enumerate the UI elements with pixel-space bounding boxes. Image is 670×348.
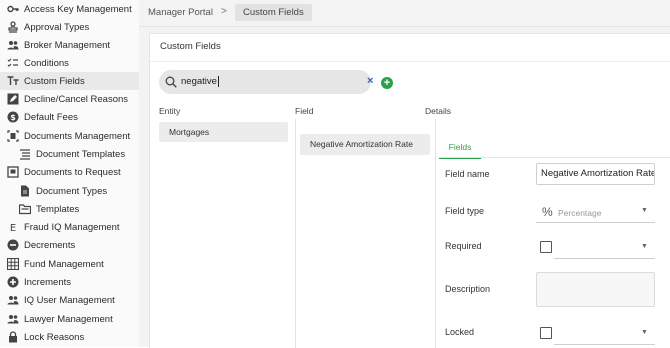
field-type-label: Field type [445,206,485,216]
breadcrumb-root[interactable]: Manager Portal [148,7,213,18]
column-divider [295,119,296,348]
text-cursor [217,76,219,87]
sidebar-item-conditions[interactable]: Conditions [0,54,139,72]
people-icon [6,38,20,52]
sidebar-item-custom-fields[interactable]: Custom Fields [0,72,139,90]
page-title: Custom Fields [160,41,221,52]
sidebar-item-label: Broker Management [24,39,111,51]
breadcrumb-separator: > [221,6,227,17]
sidebar-item-label: IQ User Management [24,294,115,306]
breadcrumb-current: Custom Fields [235,4,312,21]
field-type-underline [536,222,655,223]
tab-fields[interactable]: Fields [439,137,481,159]
sidebar-item-iq-user-management[interactable]: IQ User Management [0,291,139,309]
column-header-details: Details [425,106,451,116]
edit-icon [6,92,20,106]
field-name-label: Field name [445,169,490,179]
sidebar-item-decrements[interactable]: Decrements [0,236,139,254]
sidebar-item-label: Fraud IQ Management [24,221,120,233]
clear-search-button[interactable]: × [367,75,373,87]
folder-icon [18,202,32,216]
sidebar-item-label: Custom Fields [24,75,85,87]
sidebar-item-label: Increments [24,276,71,288]
custom-fields-panel: Custom Fields negative × + Entity Field … [149,33,670,348]
file-icon [18,184,32,198]
sidebar-item-label: Document Templates [36,148,126,160]
sidebar-item-lock-reasons[interactable]: Lock Reasons [0,328,139,346]
description-textarea[interactable] [536,272,655,307]
sidebar-item-label: Default Fees [24,111,78,123]
entity-list-item[interactable]: Mortgages [159,122,288,142]
sidebar-item-access-key-management[interactable]: Access Key Management [0,0,139,18]
sidebar-item-label: Lock Reasons [24,331,85,343]
chevron-down-icon[interactable]: ▼ [641,329,648,336]
locked-select-underline [554,344,655,345]
text-format-icon [6,74,20,88]
sidebar-item-fraud-iq-management[interactable]: E Fraud IQ Management [0,218,139,236]
sidebar-item-lawyer-management[interactable]: Lawyer Management [0,310,139,328]
sidebar-item-label: Conditions [24,57,69,69]
search-value: negative [181,76,217,88]
list-icon [18,147,32,161]
required-select-underline [554,258,655,259]
svg-text:E: E [10,223,16,233]
minus-circle-icon [6,238,20,252]
field-list-item[interactable]: Negative Amortization Rate [300,134,430,155]
add-field-button[interactable]: + [381,77,393,89]
dollar-icon: $ [6,110,20,124]
key-icon [6,2,20,16]
people-icon [6,293,20,307]
required-label: Required [445,241,482,251]
sidebar-item-label: Documents to Request [24,166,121,178]
sidebar-item-label: Document Types [36,185,108,197]
sidebar-item-default-fees[interactable]: $ Default Fees [0,108,139,126]
sidebar-item-document-types[interactable]: Document Types [0,182,139,200]
svg-text:$: $ [10,113,16,122]
sidebar-item-decline-cancel-reasons[interactable]: Decline/Cancel Reasons [0,90,139,108]
sidebar-item-label: Decline/Cancel Reasons [24,93,129,105]
stamp-icon [6,20,20,34]
column-divider [435,119,436,348]
locked-checkbox[interactable] [540,327,552,339]
sidebar-item-documents-management[interactable]: Documents Management [0,127,139,145]
document-frame-icon [6,129,20,143]
percent-icon: % [542,205,553,219]
chevron-down-icon[interactable]: ▼ [641,243,648,250]
plus-circle-icon [6,275,20,289]
required-checkbox[interactable] [540,241,552,253]
sidebar-item-label: Approval Types [24,21,90,33]
sidebar-item-label: Access Key Management [24,3,132,15]
sidebar-item-label: Lawyer Management [24,313,113,325]
sidebar-item-broker-management[interactable]: Broker Management [0,36,139,54]
column-header-field: Field [295,106,314,116]
column-header-entity: Entity [159,106,181,116]
sidebar: Access Key Management Approval Types Bro… [0,0,140,347]
field-type-select[interactable]: Percentage [558,208,601,218]
breadcrumb: Manager Portal > Custom Fields [139,0,670,27]
sidebar-item-documents-to-request[interactable]: Documents to Request [0,163,139,181]
sidebar-item-increments[interactable]: Increments [0,273,139,291]
sidebar-item-label: Decrements [24,239,76,251]
lock-icon [6,330,20,344]
letter-e-icon: E [6,220,20,234]
checklist-icon [6,56,20,70]
sidebar-item-label: Templates [36,203,80,215]
search-input[interactable]: negative × [159,70,373,94]
chevron-down-icon[interactable]: ▼ [641,207,648,214]
sidebar-item-label: Documents Management [24,130,131,142]
people-icon [6,312,20,326]
sidebar-item-templates[interactable]: Templates [0,200,139,218]
sidebar-item-label: Fund Management [24,258,104,270]
search-icon [165,76,177,88]
grid-icon [6,257,20,271]
field-name-input[interactable]: Negative Amortization Rate [536,163,655,185]
sidebar-item-document-templates[interactable]: Document Templates [0,145,139,163]
tab-underline [439,157,670,158]
description-label: Description [445,284,491,294]
divider [150,61,670,62]
sidebar-item-fund-management[interactable]: Fund Management [0,255,139,273]
locked-label: Locked [445,327,475,337]
document-request-icon [6,165,20,179]
sidebar-item-approval-types[interactable]: Approval Types [0,18,139,36]
